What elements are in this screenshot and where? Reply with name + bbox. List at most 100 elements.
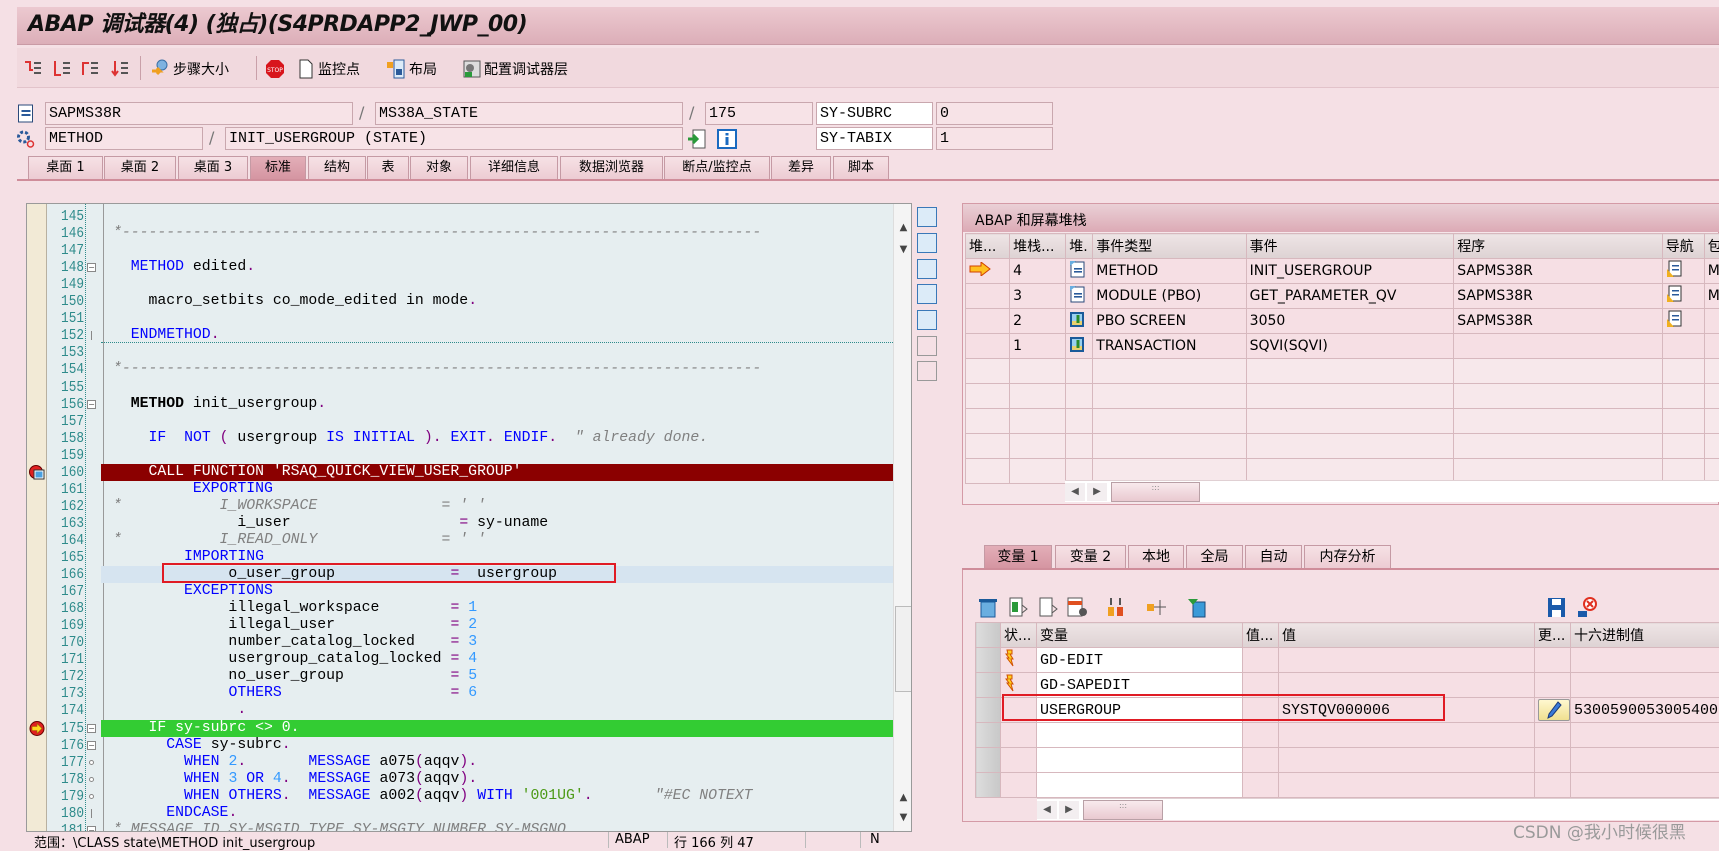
- navigate-icon[interactable]: [1666, 266, 1682, 282]
- layout-button[interactable]: 布局: [409, 59, 437, 79]
- code-line[interactable]: 149: [27, 276, 912, 293]
- scroll-right-button[interactable]: ▶: [1087, 483, 1107, 501]
- scroll-up-button[interactable]: ▲: [896, 222, 911, 240]
- code-line[interactable]: 171 usergroup_catalog_locked = 4: [27, 651, 912, 668]
- variable-row[interactable]: [976, 773, 1719, 798]
- column-header[interactable]: 十六进制值: [1571, 623, 1719, 648]
- navigate-cell[interactable]: [1662, 434, 1704, 459]
- navigate-cell[interactable]: [1662, 384, 1704, 409]
- layout-icon[interactable]: [386, 59, 406, 79]
- step-over-icon[interactable]: [52, 59, 72, 79]
- code-line[interactable]: 156− METHOD init_usergroup.: [27, 396, 912, 413]
- info-icon[interactable]: [716, 129, 738, 149]
- fold-marker-icon[interactable]: −: [87, 263, 96, 272]
- swap-tool-icon[interactable]: [917, 259, 937, 279]
- code-line[interactable]: 147: [27, 242, 912, 259]
- scroll-left-button[interactable]: ◀: [1065, 483, 1085, 501]
- column-header[interactable]: 堆栈...: [1010, 234, 1066, 259]
- code-line[interactable]: 179 WHEN OTHERS. MESSAGE a002(aqqv) WITH…: [27, 788, 912, 805]
- source-code-editor[interactable]: 145146*---------------------------------…: [26, 203, 912, 832]
- scroll-right-button[interactable]: ▶: [1059, 801, 1079, 819]
- scroll-up-button[interactable]: ▲: [896, 792, 911, 810]
- column-header[interactable]: 更...: [1535, 623, 1571, 648]
- code-line[interactable]: 166 o_user_group = usergroup: [27, 566, 912, 583]
- column-header[interactable]: 堆...: [966, 234, 1010, 259]
- variable-name-input[interactable]: [1037, 748, 1243, 773]
- variable-row[interactable]: USERGROUPSYSTQV0000065300590053005400: [976, 698, 1719, 723]
- stack-row[interactable]: [966, 359, 1719, 384]
- navigate-icon[interactable]: [1666, 316, 1682, 332]
- variables-tab-0[interactable]: 变量 1: [984, 545, 1052, 569]
- stack-row[interactable]: 3MODULE (PBO)GET_PARAMETER_QVSAPMS38RM: [966, 284, 1719, 309]
- fold-marker-icon[interactable]: −: [87, 741, 96, 750]
- stack-row[interactable]: 2PBO SCREEN3050SAPMS38R: [966, 309, 1719, 334]
- sy-subrc-value[interactable]: 0: [936, 102, 1053, 125]
- select-all-cell[interactable]: [976, 623, 1001, 648]
- code-line[interactable]: 160 CALL FUNCTION 'RSAQ_QUICK_VIEW_USER_…: [27, 464, 912, 481]
- row-selector[interactable]: [976, 748, 1001, 773]
- program-field[interactable]: SAPMS38R: [45, 102, 353, 125]
- maximize-icon[interactable]: [917, 284, 937, 304]
- stack-row[interactable]: [966, 434, 1719, 459]
- resize-icon[interactable]: [917, 310, 937, 330]
- include-field[interactable]: MS38A_STATE: [375, 102, 683, 125]
- code-line[interactable]: 155: [27, 379, 912, 396]
- variable-name-input[interactable]: GD-SAPEDIT: [1037, 673, 1243, 698]
- variables-horizontal-scrollbar[interactable]: ◀ ▶ :::: [1037, 798, 1719, 820]
- navigate-cell[interactable]: [1662, 284, 1704, 309]
- tab-10[interactable]: 差异: [771, 156, 831, 180]
- code-line[interactable]: 170 number_catalog_locked = 3: [27, 634, 912, 651]
- variable-name-input[interactable]: GD-EDIT: [1037, 648, 1243, 673]
- variables-tab-3[interactable]: 全局: [1186, 545, 1243, 569]
- new-tool-icon[interactable]: [917, 233, 937, 253]
- change-cell[interactable]: [1535, 648, 1571, 673]
- structure-icon[interactable]: [1145, 597, 1167, 618]
- tab-3[interactable]: 标准: [250, 156, 306, 180]
- code-line[interactable]: 159: [27, 447, 912, 464]
- code-line[interactable]: 162* I_WORKSPACE = ' ': [27, 498, 912, 515]
- navigate-cell[interactable]: [1662, 259, 1704, 284]
- variables-tab-1[interactable]: 变量 2: [1055, 545, 1126, 569]
- row-selector[interactable]: [976, 723, 1001, 748]
- code-line[interactable]: 176− CASE sy-subrc.: [27, 737, 912, 754]
- change-cell[interactable]: [1535, 698, 1571, 723]
- variable-name-input[interactable]: [1037, 773, 1243, 798]
- navigate-cell[interactable]: [1662, 334, 1704, 359]
- column-header[interactable]: 导航: [1662, 234, 1704, 259]
- variable-row[interactable]: [976, 748, 1719, 773]
- column-header[interactable]: 变量: [1037, 623, 1243, 648]
- tab-5[interactable]: 表: [367, 156, 409, 180]
- column-header[interactable]: 堆.: [1066, 234, 1093, 259]
- code-line[interactable]: 178 WHEN 3 OR 4. MESSAGE a073(aqqv).: [27, 771, 912, 788]
- code-line[interactable]: 151: [27, 310, 912, 327]
- tab-9[interactable]: 断点/监控点: [664, 156, 770, 180]
- variable-name-input[interactable]: [1037, 723, 1243, 748]
- row-selector[interactable]: [976, 673, 1001, 698]
- scroll-thumb[interactable]: :::: [1083, 800, 1163, 820]
- stack-row[interactable]: 1TRANSACTIONSQVI(SQVI): [966, 334, 1719, 359]
- code-line[interactable]: 154*------------------------------------…: [27, 361, 912, 378]
- row-selector[interactable]: [976, 773, 1001, 798]
- filter-icon[interactable]: [1186, 597, 1208, 618]
- column-header[interactable]: 状...: [1001, 623, 1037, 648]
- delete-icon[interactable]: [977, 597, 999, 618]
- tab-0[interactable]: 桌面 1: [28, 156, 103, 180]
- code-line[interactable]: 161 EXPORTING: [27, 481, 912, 498]
- code-line[interactable]: 167 EXCEPTIONS: [27, 583, 912, 600]
- code-line[interactable]: 148− METHOD edited.: [27, 259, 912, 276]
- breakpoint-icon[interactable]: [29, 465, 45, 480]
- continue-icon[interactable]: [110, 59, 130, 79]
- variable-row[interactable]: [976, 723, 1719, 748]
- column-header[interactable]: 包: [1704, 234, 1719, 259]
- scroll-down-button[interactable]: ▼: [896, 244, 911, 262]
- code-line[interactable]: 172 no_user_group = 5: [27, 668, 912, 685]
- close-tool-icon[interactable]: [917, 207, 937, 227]
- stack-horizontal-scrollbar[interactable]: ◀ ▶ :::: [1065, 480, 1719, 502]
- tab-2[interactable]: 桌面 3: [178, 156, 248, 180]
- navigate-cell[interactable]: [1662, 409, 1704, 434]
- save-icon[interactable]: [1546, 597, 1568, 618]
- tab-6[interactable]: 对象: [410, 156, 468, 180]
- tool-settings-icon[interactable]: [917, 361, 937, 381]
- transfer-icon[interactable]: [1105, 597, 1127, 618]
- column-header[interactable]: 值...: [1243, 623, 1279, 648]
